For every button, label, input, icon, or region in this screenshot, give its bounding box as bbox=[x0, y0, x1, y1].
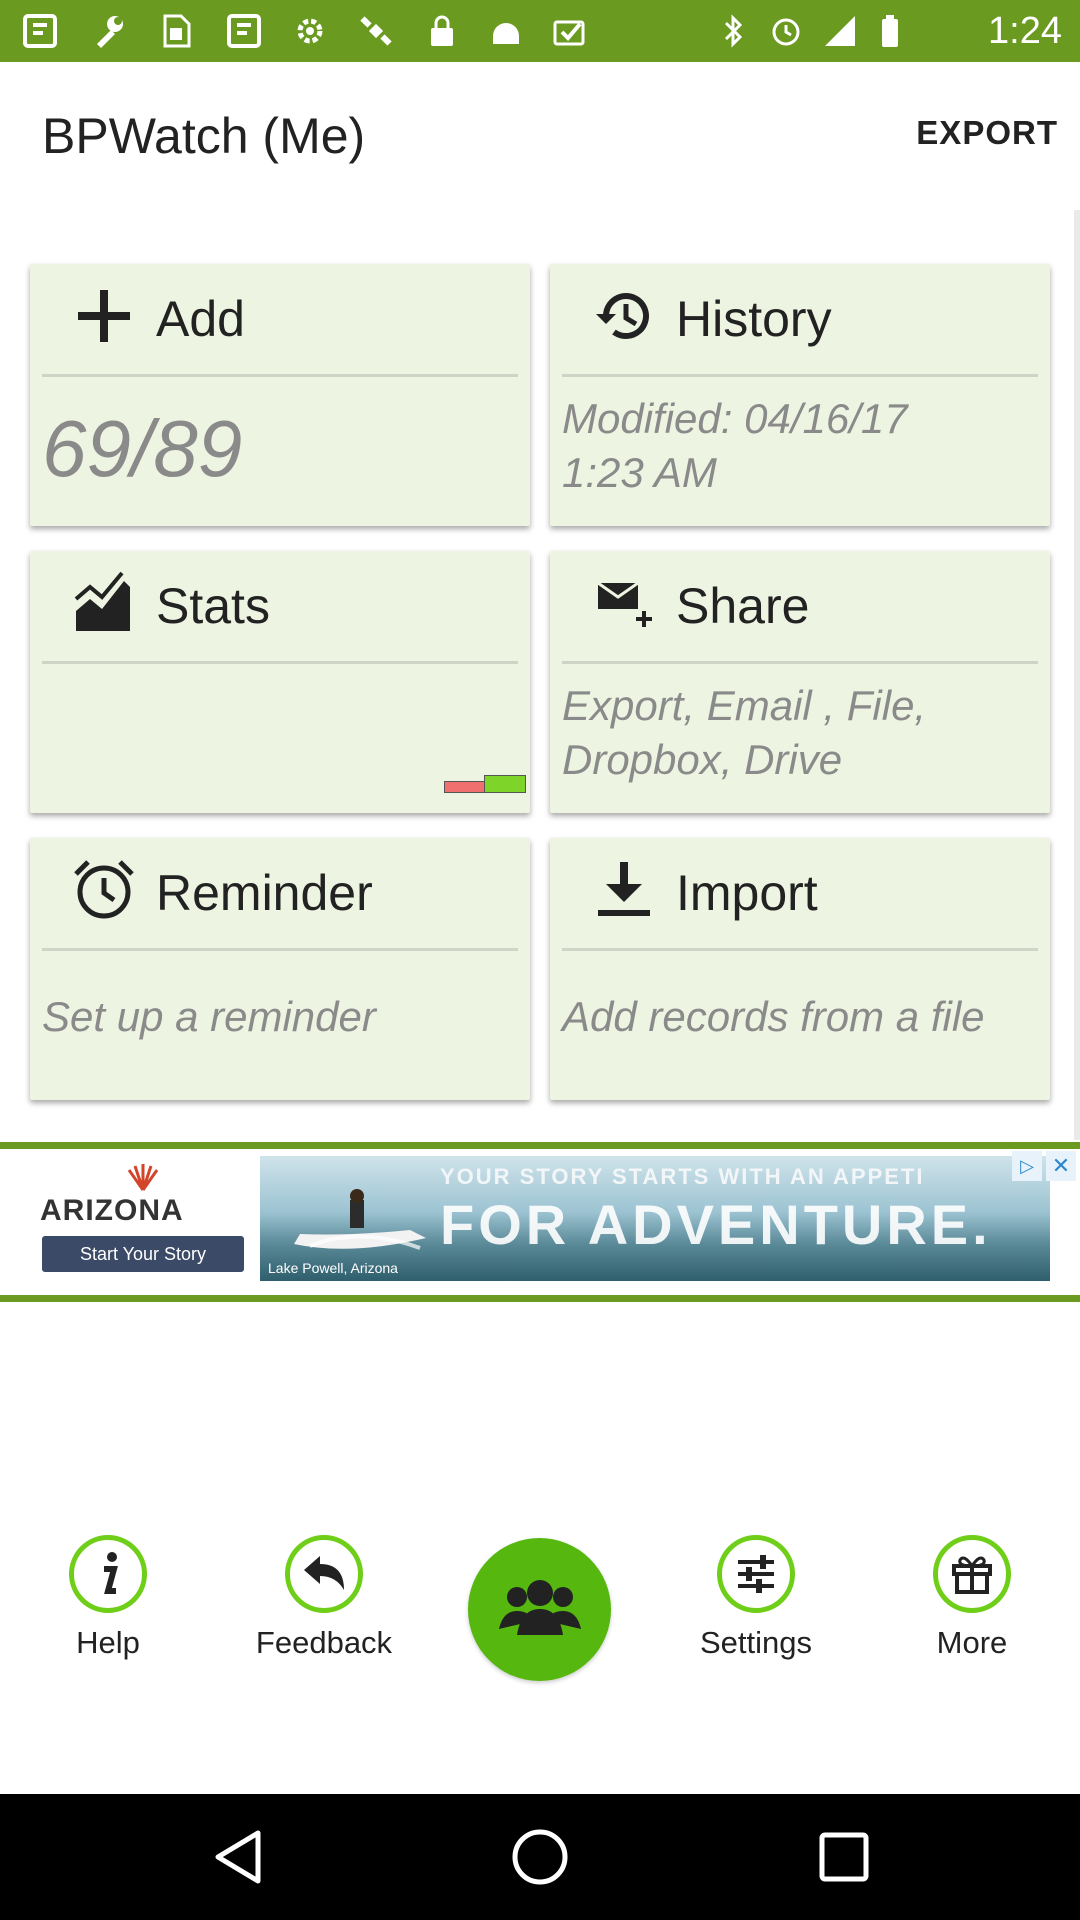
add-card-header: Add bbox=[30, 264, 530, 372]
ad-tagline: YOUR STORY STARTS WITH AN APPETI bbox=[440, 1164, 925, 1189]
share-options-line2: Dropbox, Drive bbox=[562, 736, 843, 783]
stats-bar-green bbox=[484, 775, 526, 793]
ad-banner[interactable]: ARIZONA Start Your Story YOUR STORY STAR… bbox=[0, 1142, 1080, 1302]
battery-icon bbox=[872, 13, 908, 49]
alarm-clock-icon bbox=[72, 858, 136, 922]
ad-logo: ARIZONA Start Your Story bbox=[30, 1156, 260, 1281]
alarm-icon bbox=[768, 13, 804, 49]
divider bbox=[562, 948, 1038, 951]
sim-icon bbox=[158, 13, 194, 49]
ad-logo-emblem bbox=[125, 1162, 161, 1192]
ad-headline: FOR ADVENTURE. bbox=[440, 1193, 992, 1256]
import-card-title: Import bbox=[676, 865, 818, 921]
stats-card-title: Stats bbox=[156, 578, 270, 634]
profiles-button[interactable] bbox=[468, 1538, 611, 1681]
history-modified-date: Modified: 04/16/17 bbox=[562, 395, 908, 442]
import-card-header: Import bbox=[550, 838, 1050, 946]
image-check-icon bbox=[552, 13, 588, 49]
more-button[interactable]: More bbox=[882, 1535, 1062, 1661]
gift-icon bbox=[933, 1535, 1011, 1613]
divider bbox=[42, 661, 518, 664]
stats-card[interactable]: Stats bbox=[30, 551, 530, 813]
satellite-icon bbox=[358, 13, 394, 49]
ad-credit: Lake Powell, Arizona bbox=[268, 1260, 398, 1276]
ad-choices-icon[interactable]: ▷ bbox=[1012, 1151, 1042, 1181]
lock-icon bbox=[424, 13, 460, 49]
history-card[interactable]: History Modified: 04/16/17 1:23 AM bbox=[550, 264, 1050, 526]
info-icon bbox=[69, 1535, 147, 1613]
settings-button[interactable]: Settings bbox=[666, 1535, 846, 1661]
app-icon bbox=[22, 13, 58, 49]
feedback-button[interactable]: Feedback bbox=[234, 1535, 414, 1661]
divider bbox=[562, 661, 1038, 664]
home-icon[interactable] bbox=[510, 1827, 570, 1887]
reminder-card-header: Reminder bbox=[30, 838, 530, 946]
system-navigation-bar bbox=[0, 1794, 1080, 1920]
history-card-title: History bbox=[676, 291, 832, 347]
settings-label: Settings bbox=[699, 1625, 812, 1660]
history-modified-time: 1:23 AM bbox=[562, 449, 717, 496]
stats-card-header: Stats bbox=[30, 551, 530, 659]
share-card-title: Share bbox=[676, 578, 810, 634]
stats-bar-red bbox=[444, 781, 486, 793]
stats-mini-bar bbox=[444, 775, 526, 793]
more-label: More bbox=[936, 1625, 1008, 1660]
reminder-card-title: Reminder bbox=[156, 865, 373, 921]
reminder-card[interactable]: Reminder Set up a reminder bbox=[30, 838, 530, 1100]
add-card[interactable]: Add 69/89 bbox=[30, 264, 530, 526]
page-title: BPWatch (Me) bbox=[42, 108, 366, 164]
plus-icon bbox=[72, 284, 136, 348]
feedback-label: Feedback bbox=[255, 1625, 393, 1660]
jet-ski-image bbox=[290, 1186, 430, 1256]
add-card-title: Add bbox=[156, 291, 245, 347]
status-time: 1:24 bbox=[988, 10, 1062, 52]
share-options: Export, Email , File, Dropbox, Drive bbox=[562, 679, 1038, 787]
import-description: Add records from a file bbox=[562, 993, 985, 1040]
import-card[interactable]: Import Add records from a file bbox=[550, 838, 1050, 1100]
group-icon bbox=[495, 1577, 585, 1642]
sliders-icon bbox=[717, 1535, 795, 1613]
app-icon bbox=[226, 13, 262, 49]
back-icon[interactable] bbox=[208, 1827, 268, 1887]
status-bar: 1:24 bbox=[0, 0, 1080, 62]
divider bbox=[42, 948, 518, 951]
mail-icon bbox=[592, 571, 656, 635]
wrench-icon bbox=[90, 13, 126, 49]
ad-close-icon[interactable]: ✕ bbox=[1046, 1151, 1076, 1181]
help-button[interactable]: Help bbox=[18, 1535, 198, 1661]
divider bbox=[562, 374, 1038, 377]
ad-brand: ARIZONA bbox=[40, 1194, 184, 1227]
ad-image[interactable]: YOUR STORY STARTS WITH AN APPETI FOR ADV… bbox=[260, 1156, 1050, 1281]
reminder-description: Set up a reminder bbox=[42, 993, 376, 1040]
share-card-header: Share bbox=[550, 551, 1050, 659]
history-modified: Modified: 04/16/17 1:23 AM bbox=[562, 392, 1038, 500]
bluetooth-icon bbox=[716, 13, 752, 49]
download-icon bbox=[592, 858, 656, 922]
help-label: Help bbox=[76, 1625, 140, 1660]
signal-icon bbox=[822, 13, 858, 49]
history-icon bbox=[592, 284, 656, 348]
stats-chart-icon bbox=[72, 571, 136, 635]
settings-icon bbox=[292, 13, 328, 49]
divider bbox=[42, 374, 518, 377]
share-options-line1: Export, Email , File, bbox=[562, 682, 927, 729]
recents-icon[interactable] bbox=[814, 1827, 874, 1887]
export-button[interactable]: EXPORT bbox=[916, 114, 1058, 152]
ad-cta-button[interactable]: Start Your Story bbox=[42, 1236, 244, 1272]
scroll-indicator bbox=[1074, 210, 1080, 1140]
share-card[interactable]: Share Export, Email , File, Dropbox, Dri… bbox=[550, 551, 1050, 813]
app-bar: BPWatch (Me) EXPORT bbox=[0, 62, 1080, 210]
latest-reading: 69/89 bbox=[42, 404, 243, 493]
android-icon bbox=[488, 13, 524, 49]
history-card-header: History bbox=[550, 264, 1050, 372]
reply-icon bbox=[285, 1535, 363, 1613]
